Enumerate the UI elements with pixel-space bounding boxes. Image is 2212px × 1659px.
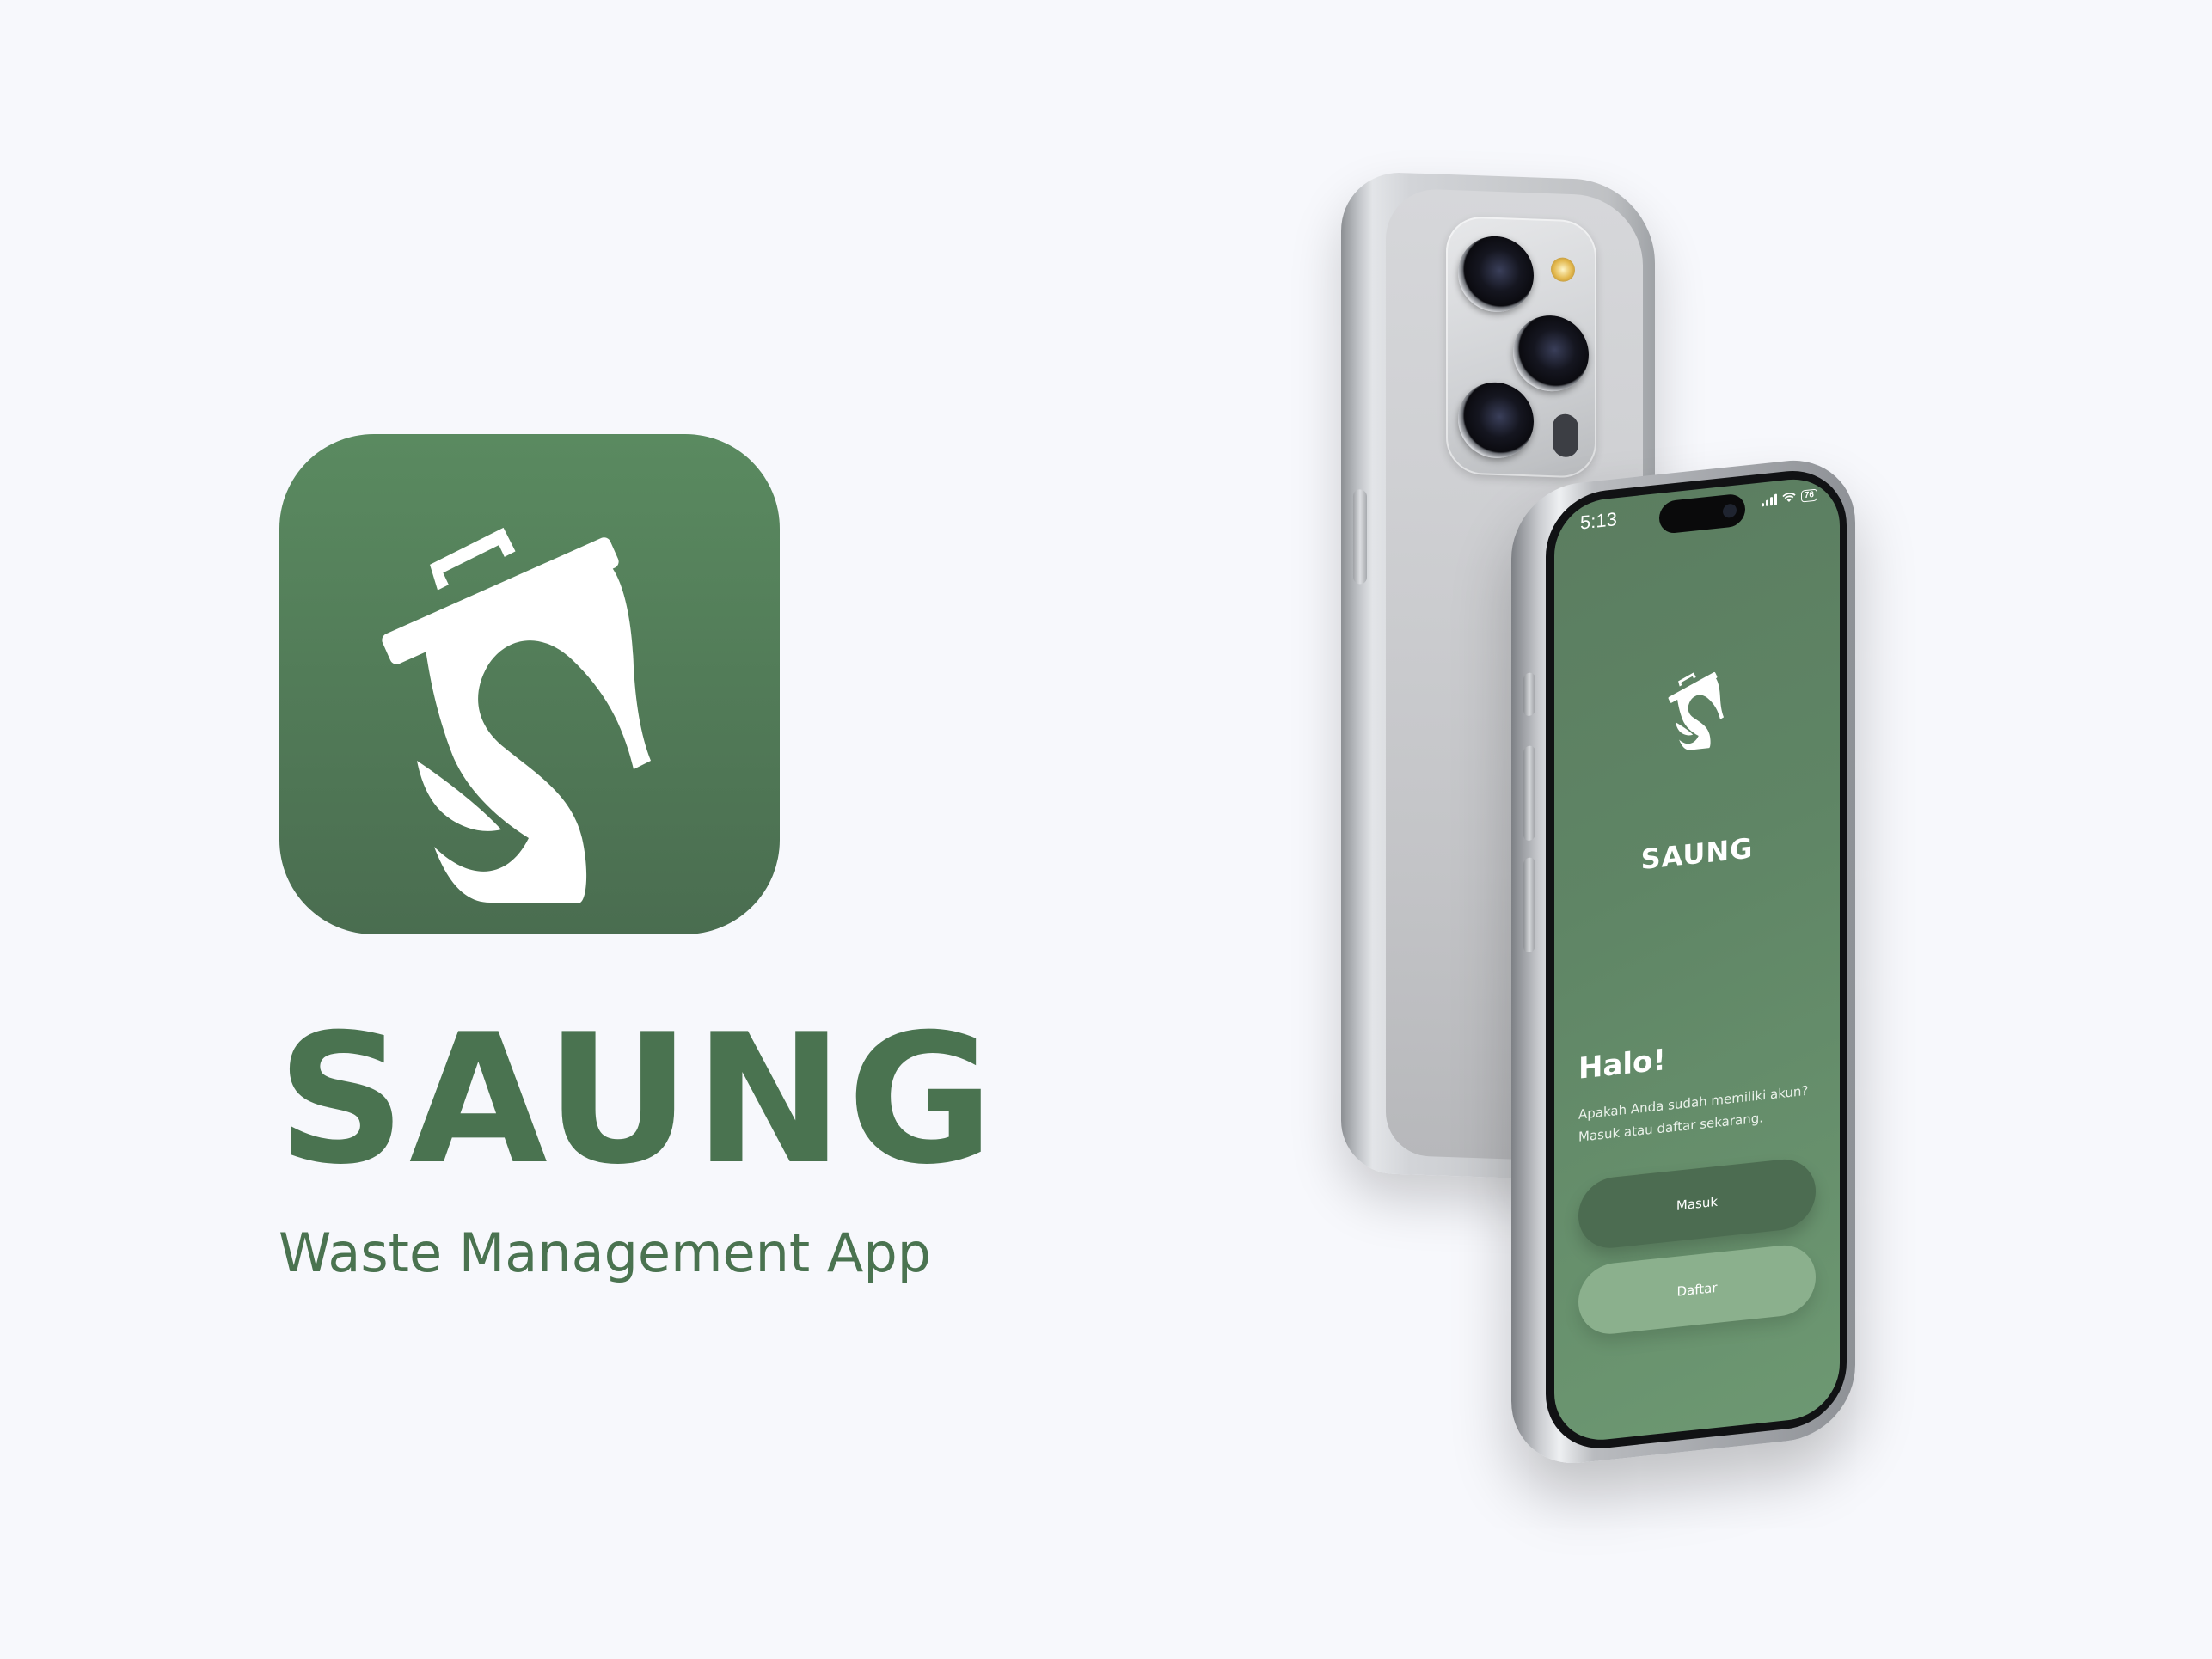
flash-icon (1551, 257, 1575, 283)
battery-icon: 76 (1800, 488, 1817, 503)
trash-bin-s-logo-icon (1668, 671, 1725, 750)
greeting-heading: Halo! (1578, 1043, 1666, 1087)
camera-lens-icon (1513, 314, 1589, 393)
app-screen: 5:13 76 SAUNG Halo! Apakah Anda sudah me… (1554, 474, 1840, 1445)
status-icons: 76 (1761, 488, 1817, 507)
lidar-sensor-icon (1553, 413, 1578, 458)
login-button[interactable]: Masuk (1578, 1155, 1816, 1252)
screen-logo (1647, 613, 1750, 796)
phone-front-mockup: 5:13 76 SAUNG Halo! Apakah Anda sudah me… (1511, 453, 1855, 1471)
wifi-icon (1782, 493, 1796, 503)
brand-tagline: Waste Management App (279, 1221, 932, 1284)
trash-bin-s-logo-icon (382, 527, 651, 903)
app-icon (279, 434, 780, 934)
camera-lens-icon (1458, 381, 1534, 460)
login-button-label: Masuk (1676, 1193, 1719, 1214)
screen-app-name: SAUNG (1640, 831, 1754, 877)
camera-lens-icon (1458, 235, 1534, 314)
register-button-label: Daftar (1676, 1279, 1718, 1300)
volume-down-button (1523, 857, 1535, 953)
register-button[interactable]: Daftar (1578, 1241, 1816, 1338)
presentation-canvas: SAUNG Waste Management App 5:13 76 SAUNG… (0, 0, 2212, 1659)
dynamic-island (1659, 493, 1745, 535)
cellular-signal-icon (1761, 493, 1777, 507)
status-time: 5:13 (1580, 508, 1617, 534)
camera-module (1446, 215, 1596, 479)
brand-title: SAUNG (277, 996, 998, 1204)
volume-up-button (1523, 745, 1535, 842)
greeting-subtext: Apakah Anda sudah memiliki akun? Masuk a… (1578, 1082, 1809, 1145)
phone-side-button (1353, 489, 1367, 585)
action-button (1523, 672, 1535, 717)
